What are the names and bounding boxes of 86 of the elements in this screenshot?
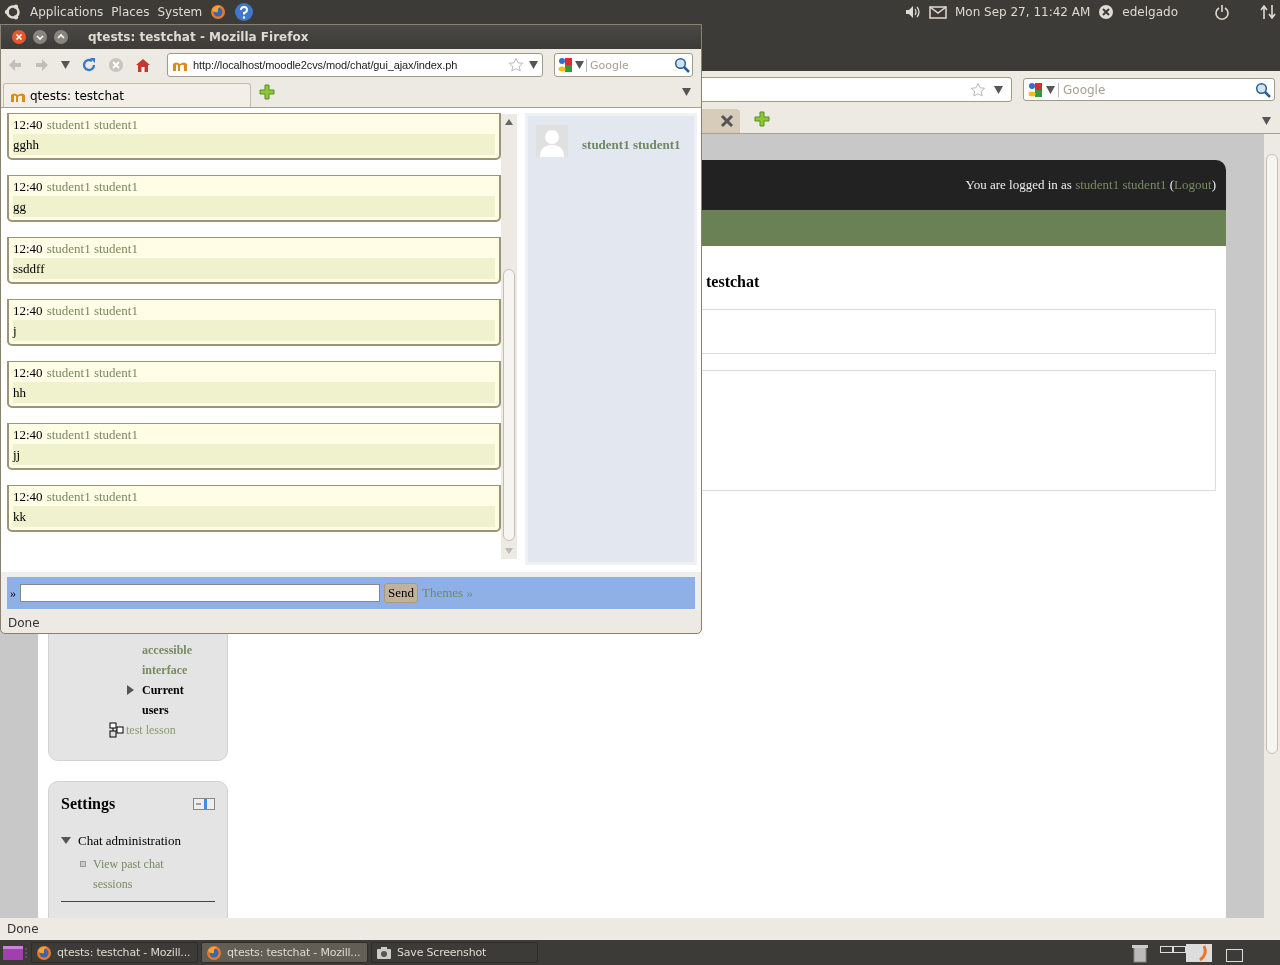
power-icon[interactable] [1214, 4, 1230, 20]
bullet-icon [80, 861, 86, 867]
home-icon[interactable] [135, 57, 151, 73]
message-author: student1 student1 [46, 302, 138, 320]
new-tab-icon[interactable] [754, 111, 770, 127]
ubuntu-logo-icon[interactable] [4, 3, 22, 21]
firefox-icon [206, 944, 222, 961]
reload-icon[interactable] [81, 57, 97, 73]
scrollbar[interactable] [1264, 134, 1280, 918]
taskbar-button[interactable]: Save Screenshot [371, 942, 538, 963]
message-author: student1 student1 [46, 364, 138, 382]
trash-icon[interactable] [1131, 942, 1149, 963]
user-link[interactable]: student1 student1 [1075, 177, 1167, 192]
google-logo-icon[interactable] [1027, 81, 1043, 98]
browser-tab[interactable]: qtests: testchat [3, 83, 251, 107]
dock-icon[interactable] [193, 798, 215, 810]
address-bar[interactable]: http://localhost/moodle2cvs/mod/chat/gui_ajax/index.ph [167, 53, 543, 77]
message-text: jj [13, 444, 495, 465]
firefox-icon [36, 944, 52, 961]
url-dropdown-icon[interactable] [994, 85, 1003, 94]
message-time: 12:40 [13, 178, 43, 196]
network-arrows-icon[interactable] [1260, 4, 1276, 20]
firefox-icon [210, 4, 227, 20]
message-text: j [13, 320, 495, 341]
engine-dropdown-icon[interactable] [575, 61, 584, 69]
search-icon[interactable] [674, 57, 690, 73]
tab-list-icon[interactable] [682, 88, 691, 96]
help-icon[interactable] [234, 2, 255, 22]
url-dropdown-icon[interactable] [529, 61, 538, 69]
close-icon[interactable] [720, 114, 734, 128]
search-icon[interactable] [1255, 81, 1271, 98]
user-status-icon[interactable] [1098, 4, 1115, 20]
engine-dropdown-icon[interactable] [1046, 85, 1055, 94]
collapsed-triangle-icon[interactable] [126, 685, 136, 695]
login-info: You are logged in as student1 student1 (Logout) [965, 177, 1216, 193]
message-author: student1 student1 [46, 240, 138, 258]
message-author: student1 student1 [46, 116, 138, 134]
message-time: 12:40 [13, 302, 43, 320]
star-icon[interactable] [970, 81, 986, 98]
message-text: kk [13, 506, 495, 527]
panel-menu[interactable]: System [157, 5, 203, 19]
message-input[interactable] [20, 584, 380, 602]
taskbar-button[interactable]: qtests: testchat - Mozill... [201, 942, 368, 963]
new-tab-icon[interactable] [259, 84, 275, 100]
avatar-icon [536, 125, 568, 157]
close-icon[interactable] [11, 29, 27, 45]
maximize-icon[interactable] [53, 29, 69, 45]
status-text: Done [8, 615, 40, 630]
history-dropdown-icon[interactable] [61, 61, 70, 69]
window-title: qtests: testchat - Mozilla Firefox [88, 30, 309, 44]
logout-link[interactable]: Logout [1174, 177, 1212, 192]
send-button[interactable]: Send [384, 583, 418, 603]
message-time: 12:40 [13, 488, 43, 506]
message-text: gg [13, 196, 495, 217]
lesson-icon [109, 722, 125, 738]
message-author: student1 student1 [46, 488, 138, 506]
star-icon[interactable] [508, 57, 524, 73]
message-time: 12:40 [13, 240, 43, 258]
tree-node[interactable]: Chat administration [78, 831, 181, 851]
block-title: Settings [61, 795, 116, 813]
message-time: 12:40 [13, 116, 43, 134]
prompt-sign: » [10, 585, 16, 601]
tree-node[interactable]: Current users [142, 680, 202, 720]
scroll-up-icon[interactable] [505, 118, 513, 126]
taskbar-button[interactable]: qtests: testchat - Mozill... [31, 942, 198, 963]
panel-menu[interactable]: Applications [30, 5, 104, 19]
message-author: student1 student1 [46, 178, 138, 196]
message-text: gghh [13, 134, 495, 155]
camera-icon [376, 945, 392, 960]
message-text: hh [13, 382, 495, 403]
status-text: Done [7, 922, 39, 936]
mail-icon[interactable] [928, 5, 947, 19]
message-time: 12:40 [13, 364, 43, 382]
page-heading: testchat [706, 272, 761, 292]
expanded-triangle-icon[interactable] [61, 836, 71, 846]
message-text: ssddff [13, 258, 495, 279]
google-logo-icon[interactable] [557, 57, 573, 73]
scrollbar[interactable] [501, 114, 517, 559]
user-name[interactable]: edelgado [1122, 5, 1178, 19]
message-time: 12:40 [13, 426, 43, 444]
clock[interactable]: Mon Sep 27, 11:42 AM [954, 5, 1091, 19]
volume-icon[interactable] [904, 5, 921, 19]
panel-menu[interactable]: Places [111, 5, 150, 19]
message-author: student1 student1 [46, 426, 138, 444]
minimize-icon[interactable] [32, 29, 48, 45]
tab-list-icon[interactable] [1262, 116, 1271, 125]
